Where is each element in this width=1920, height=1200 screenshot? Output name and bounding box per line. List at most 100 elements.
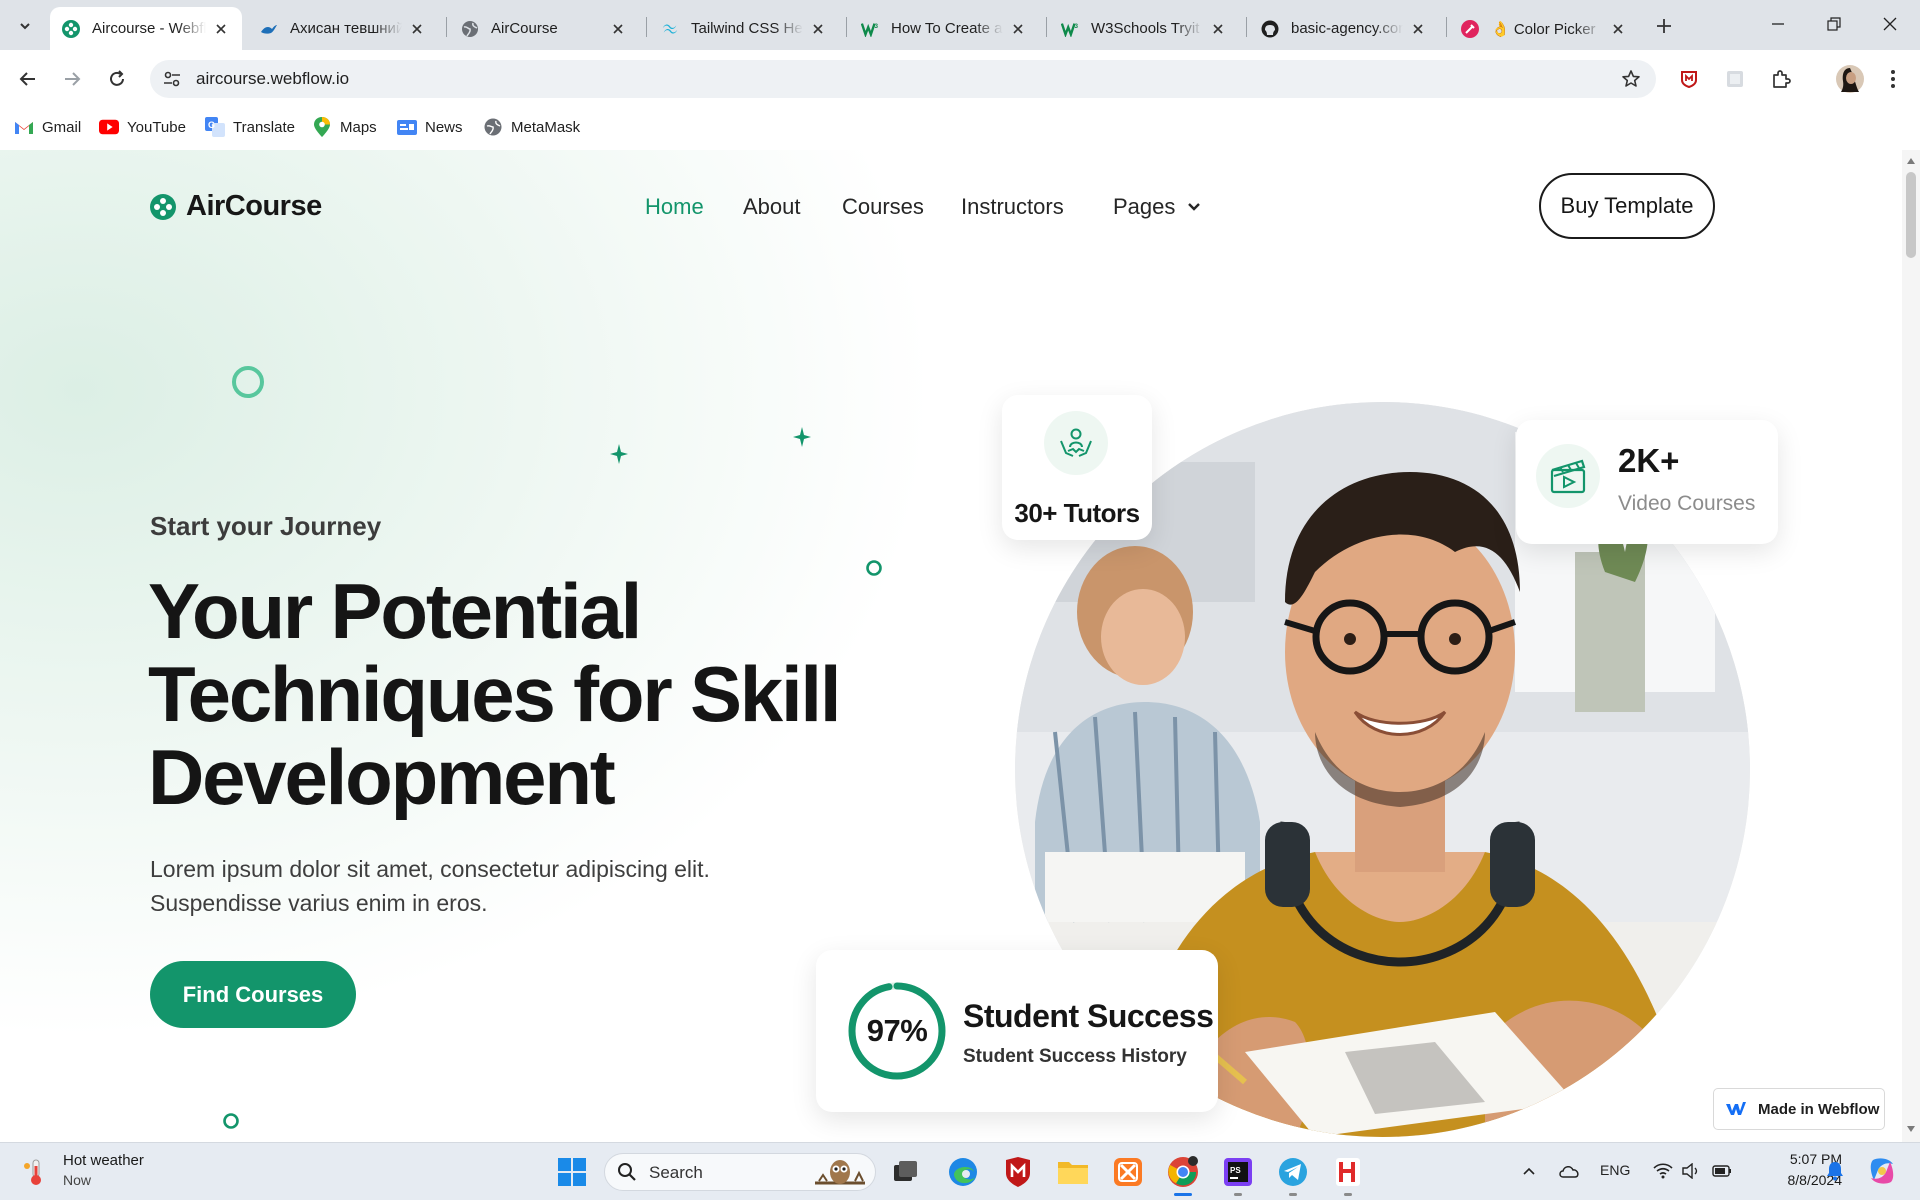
find-courses-button[interactable]: Find Courses xyxy=(150,961,356,1028)
close-icon[interactable] xyxy=(1609,20,1627,38)
tab-label: basic-agency.com xyxy=(1291,20,1403,37)
close-icon[interactable] xyxy=(609,20,627,38)
profile-avatar[interactable] xyxy=(1835,64,1865,94)
chevron-down-icon xyxy=(20,23,30,30)
mcafee-app-icon[interactable] xyxy=(1001,1155,1035,1189)
tab-search-button[interactable] xyxy=(12,13,38,39)
tab-aircourse-webflow[interactable]: Aircourse - Webflow xyxy=(50,7,242,50)
tab-color-picker[interactable]: 👌 Color Picker xyxy=(1449,7,1639,50)
windows-start-icon[interactable] xyxy=(555,1155,589,1189)
success-percent: 97% xyxy=(866,1013,928,1048)
chevron-up-icon[interactable] xyxy=(1518,1160,1540,1182)
onedrive-cloud-icon[interactable] xyxy=(1558,1160,1580,1182)
back-button[interactable] xyxy=(12,63,44,95)
close-icon[interactable] xyxy=(212,20,230,38)
bookmark-star-icon[interactable] xyxy=(1620,68,1642,90)
chrome-browser-icon[interactable] xyxy=(1166,1155,1200,1189)
brand-logo[interactable]: AirCourse xyxy=(150,190,322,223)
nav-pages-dropdown[interactable]: Pages xyxy=(1113,194,1201,220)
metamask-icon xyxy=(483,118,503,136)
battery-icon[interactable] xyxy=(1711,1160,1733,1182)
nav-about[interactable]: About xyxy=(743,194,801,220)
page-scrollbar[interactable] xyxy=(1902,150,1920,1142)
bookmark-gmail[interactable]: Gmail xyxy=(14,118,81,136)
buy-template-button[interactable]: Buy Template xyxy=(1539,173,1715,239)
phpstorm-icon[interactable]: PS xyxy=(1221,1155,1255,1189)
tab-aircourse[interactable]: AirCourse xyxy=(449,7,639,50)
scrollbar-thumb[interactable] xyxy=(1906,172,1916,258)
tab-w3schools-tryit[interactable]: 3 W3Schools Tryit xyxy=(1049,7,1239,50)
close-window-button[interactable] xyxy=(1862,0,1918,48)
copilot-icon[interactable] xyxy=(1866,1155,1898,1187)
sparkle-decoration-icon xyxy=(793,427,811,447)
tab-basic-agency[interactable]: basic-agency.com xyxy=(1249,7,1439,50)
tab-akhisan[interactable]: Ахисан тевшний xyxy=(248,7,438,50)
xampp-icon[interactable] xyxy=(1111,1155,1145,1189)
tab-label: W3Schools Tryit xyxy=(1091,20,1200,37)
tab-label: How To Create a xyxy=(891,20,1003,37)
telegram-running-indicator xyxy=(1289,1193,1297,1196)
nav-instructors[interactable]: Instructors xyxy=(961,194,1064,220)
bookmark-maps[interactable]: Maps xyxy=(312,117,377,137)
bookmark-youtube[interactable]: YouTube xyxy=(99,118,186,136)
new-tab-button[interactable] xyxy=(1650,12,1678,40)
telegram-icon[interactable] xyxy=(1276,1155,1310,1189)
close-icon[interactable] xyxy=(1409,20,1427,38)
reload-button[interactable] xyxy=(101,63,133,95)
scroll-down-icon[interactable] xyxy=(1906,1124,1916,1134)
thermometer-icon[interactable] xyxy=(22,1157,50,1187)
bookmark-news[interactable]: News xyxy=(397,118,463,136)
bookmark-metamask[interactable]: MetaMask xyxy=(483,118,580,136)
extension-generic-icon[interactable] xyxy=(1722,66,1748,92)
close-icon[interactable] xyxy=(1009,20,1027,38)
webflow-green-icon xyxy=(62,19,80,38)
volume-icon[interactable] xyxy=(1680,1160,1702,1182)
restore-button[interactable] xyxy=(1806,0,1862,48)
app-running-indicator xyxy=(1344,1193,1352,1196)
close-icon[interactable] xyxy=(1209,20,1227,38)
nav-courses[interactable]: Courses xyxy=(842,194,924,220)
weather-title[interactable]: Hot weather xyxy=(63,1152,144,1169)
forward-button[interactable] xyxy=(56,63,88,95)
arrow-right-icon xyxy=(65,72,81,86)
url-text[interactable]: aircourse.webflow.io xyxy=(196,69,349,89)
student-success-card: 97% Student Success Student Success Hist… xyxy=(816,950,1218,1112)
language-indicator[interactable]: ENG xyxy=(1600,1162,1630,1178)
scroll-up-icon[interactable] xyxy=(1906,156,1916,166)
notification-bell-icon[interactable] xyxy=(1824,1160,1846,1182)
hackerrank-app-icon[interactable] xyxy=(1331,1155,1365,1189)
taskbar-search-box[interactable]: Search xyxy=(604,1153,876,1191)
hero-eyebrow: Start your Journey xyxy=(150,511,382,541)
success-title: Student Success xyxy=(963,998,1214,1034)
tab-label: Tailwind CSS Hero xyxy=(691,20,803,37)
tab-how-to-create[interactable]: 3 How To Create a xyxy=(849,7,1039,50)
menu-kebab-icon[interactable] xyxy=(1880,66,1906,92)
site-info-icon[interactable] xyxy=(162,69,182,89)
translate-icon: G xyxy=(205,117,225,137)
nav-home[interactable]: Home xyxy=(645,194,704,220)
hero-title: Your Potential Techniques for Skill Deve… xyxy=(148,570,908,819)
video-courses-stat-card: 2K+ Video Courses xyxy=(1516,420,1778,544)
task-view-icon[interactable] xyxy=(889,1155,923,1189)
made-in-webflow-badge[interactable]: Made in Webflow xyxy=(1713,1088,1885,1130)
tab-tailwind[interactable]: Tailwind CSS Hero xyxy=(649,7,839,50)
minimize-button[interactable] xyxy=(1750,0,1806,48)
close-icon[interactable] xyxy=(809,20,827,38)
plus-icon xyxy=(1657,19,1671,33)
edge-browser-icon[interactable] xyxy=(946,1155,980,1189)
reload-icon xyxy=(110,70,124,86)
w3schools-icon: 3 xyxy=(1061,20,1079,38)
tutors-stat-card: 30+ Tutors xyxy=(1002,395,1152,540)
badge-label: Made in Webflow xyxy=(1758,1100,1880,1118)
wifi-icon[interactable] xyxy=(1652,1160,1674,1182)
extensions-puzzle-icon[interactable] xyxy=(1768,66,1794,92)
success-subtitle: Student Success History xyxy=(963,1046,1187,1067)
address-bar[interactable]: aircourse.webflow.io xyxy=(150,60,1656,98)
tab-separator xyxy=(646,17,647,37)
video-courses-label: Video Courses xyxy=(1618,492,1756,515)
close-icon[interactable] xyxy=(408,20,426,38)
file-explorer-icon[interactable] xyxy=(1056,1155,1090,1189)
ring-decoration-icon xyxy=(232,366,264,398)
bookmark-translate[interactable]: G Translate xyxy=(205,117,295,137)
extension-mcafee-icon[interactable] xyxy=(1676,66,1702,92)
